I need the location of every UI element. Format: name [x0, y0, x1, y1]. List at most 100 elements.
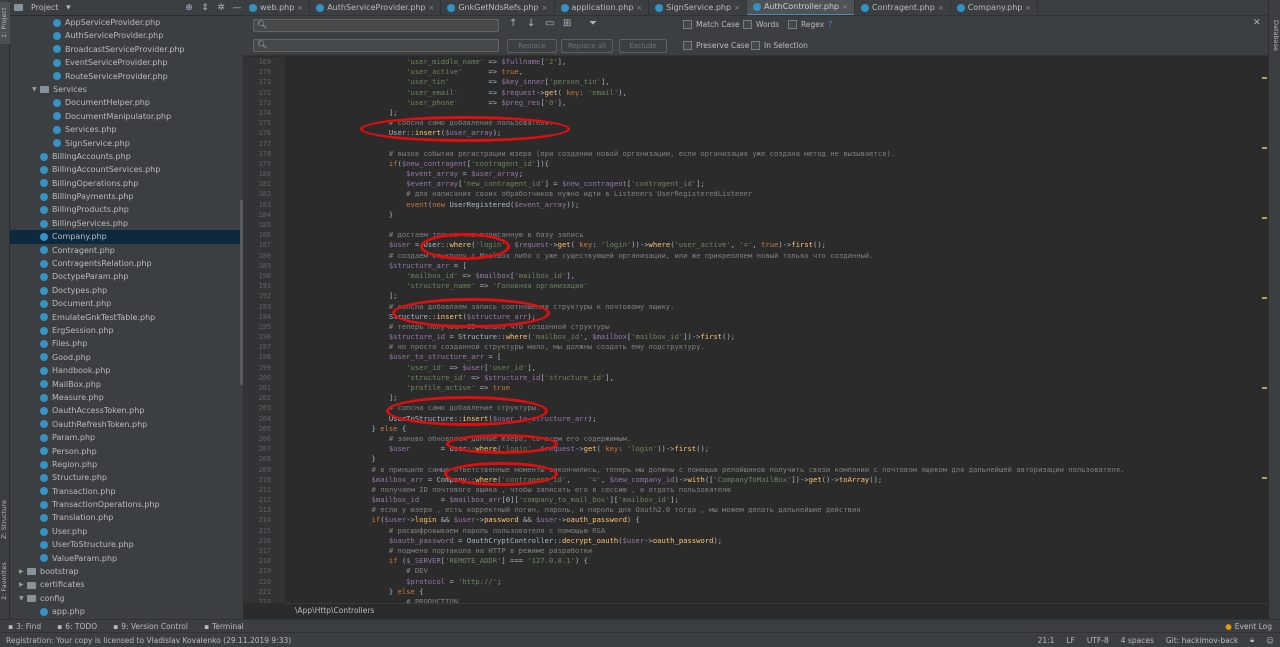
code-line[interactable]: $protocol = 'http://'; [285, 577, 1268, 587]
code-line[interactable]: # но просто созданной структуры мало, мы… [285, 342, 1268, 352]
code-line[interactable]: # если у юзера , есть корректный логин, … [285, 505, 1268, 515]
project-tree-item[interactable]: Good.php [10, 351, 243, 364]
project-tree-item[interactable]: UserToStructure.php [10, 538, 243, 551]
editor-tab[interactable]: application.php × [555, 0, 650, 15]
code-line[interactable]: $user = User::where('login', $request->g… [285, 444, 1268, 454]
code-line[interactable]: $oauth_password = OauthCryptController::… [285, 536, 1268, 546]
code-line[interactable]: $structure_id = Structure::where('mailbo… [285, 332, 1268, 342]
tool-window-button[interactable]: ▪ 3: Find [0, 622, 49, 631]
project-tree-item[interactable]: Measure.php [10, 391, 243, 404]
project-tree-item[interactable]: BillingOperations.php [10, 177, 243, 190]
project-tree-item[interactable]: BillingAccountServices.php [10, 163, 243, 176]
replace-all-button[interactable]: Replace all [561, 39, 613, 53]
code-line[interactable]: 'user_active' => true, [285, 67, 1268, 77]
project-tree-item[interactable]: BroadcastServiceProvider.php [10, 43, 243, 56]
project-panel-title[interactable]: Project [31, 3, 58, 12]
code-line[interactable]: 'profile_active' => true [285, 383, 1268, 393]
project-tree-item[interactable]: Company.php [10, 230, 243, 244]
code-line[interactable]: $user_to_structure_arr = [ [285, 352, 1268, 362]
hide-icon[interactable]: — [231, 2, 243, 14]
find-input[interactable]: 🔍︎ [253, 19, 499, 32]
code-line[interactable]: $structure_arr = [ [285, 261, 1268, 271]
project-tree-item[interactable]: Doctypes.php [10, 284, 243, 297]
code-line[interactable]: # расшифровываем пароль пользователя с п… [285, 526, 1268, 536]
arrow-up-icon[interactable]: ↑ [509, 18, 517, 29]
project-tree-item[interactable]: OauthRefreshToken.php [10, 418, 243, 431]
in-selection-checkbox[interactable] [751, 41, 760, 50]
project-tree-item[interactable]: Handbook.php [10, 364, 243, 377]
code-line[interactable]: if($user->login && $user->password && $u… [285, 515, 1268, 525]
code-line[interactable]: if ($_SERVER['REMOTE_ADDR'] === '127.0.0… [285, 556, 1268, 566]
caret-position[interactable]: 21:1 [1032, 636, 1061, 645]
match-case-checkbox[interactable] [683, 20, 692, 29]
structure-tool-button[interactable]: Z: Structure [0, 490, 10, 550]
status-message[interactable]: Registration: Your copy is licensed to V… [0, 636, 1032, 645]
code-line[interactable]: 'user_middle_name' => $fullname['2'], [285, 57, 1268, 67]
expand-arrow-icon[interactable]: ▼ [19, 592, 27, 605]
code-line[interactable]: # для написания своих обработчиков нужно… [285, 189, 1268, 199]
close-tab-icon[interactable]: × [542, 0, 548, 15]
code-line[interactable]: $event_array['new_contragent_id'] = $new… [285, 179, 1268, 189]
project-tree-item[interactable]: Structure.php [10, 471, 243, 484]
code-line[interactable]: 'user_phone' => $preg_res['0'], [285, 98, 1268, 108]
filter-icon[interactable]: ⏷ [589, 18, 597, 29]
project-tree-item[interactable]: ValueParam.php [10, 552, 243, 565]
database-tool-button[interactable]: Database [1270, 20, 1280, 80]
select-all-icon[interactable]: ⊞ [563, 18, 571, 29]
project-tree-item[interactable]: ContragentsRelation.php [10, 257, 243, 270]
close-tab-icon[interactable]: × [1025, 0, 1031, 15]
preserve-case-option[interactable]: Preserve Case [683, 41, 749, 50]
close-tab-icon[interactable]: × [734, 0, 740, 15]
words-checkbox[interactable] [743, 20, 752, 29]
code-line[interactable]: } else { [285, 424, 1268, 434]
replace-button[interactable]: Replace [507, 39, 557, 53]
close-tab-icon[interactable]: × [297, 0, 303, 15]
code-line[interactable]: $mailbox_arr = Company::where('contragen… [285, 475, 1268, 485]
project-tree-item[interactable]: MailBox.php [10, 378, 243, 391]
project-tree-item[interactable]: Services.php [10, 123, 243, 136]
project-tree-item[interactable]: EmulateGnkTestTable.php [10, 311, 243, 324]
close-tab-icon[interactable]: × [428, 0, 434, 15]
editor-tab[interactable]: web.php × [243, 0, 311, 15]
event-log-button[interactable]: ● Event Log [1217, 622, 1280, 631]
project-tree-item[interactable]: ErgSession.php [10, 324, 243, 337]
project-tree-item[interactable]: Param.php [10, 431, 243, 444]
project-tree-item[interactable]: BillingAccounts.php [10, 150, 243, 163]
project-tree-item[interactable]: Files.php [10, 337, 243, 350]
code-line[interactable]: 'mailbox_id' => $mailbox['mailbox_id'], [285, 271, 1268, 281]
project-tree-item[interactable]: DocumentHelper.php [10, 96, 243, 109]
crosshair-icon[interactable]: ⊕ [183, 2, 195, 14]
close-icon[interactable]: ✕ [1253, 18, 1261, 28]
replace-input[interactable]: 🔍︎ [253, 39, 499, 52]
editor-scrollbar[interactable] [1260, 57, 1268, 603]
collapse-arrow-icon[interactable]: ▶ [19, 578, 27, 591]
match-case-option[interactable]: Match Case [683, 20, 740, 29]
project-tree-item[interactable]: RouteServiceProvider.php [10, 70, 243, 83]
code-line[interactable]: if($new_contragent['contragent_id']){ [285, 159, 1268, 169]
tool-window-button[interactable]: ▪ Terminal [196, 622, 252, 631]
regex-help-link[interactable]: ? [828, 20, 832, 29]
code-line[interactable]: 'structure_id' => $structure_id['structu… [285, 373, 1268, 383]
tool-window-button[interactable]: ▪ 9: Version Control [105, 622, 196, 631]
project-tree-item[interactable]: AuthServiceProvider.php [10, 29, 243, 42]
project-tree-item[interactable]: Transaction.php [10, 485, 243, 498]
project-tree-item[interactable]: SignService.php [10, 137, 243, 150]
project-tree-item[interactable]: DocumentManipulator.php [10, 110, 243, 123]
code-line[interactable]: 'user_email' => $request->get( key: 'ema… [285, 88, 1268, 98]
code-line[interactable]: # в принципе самые ответственные моменты… [285, 465, 1268, 475]
code-line[interactable] [285, 220, 1268, 230]
tool-window-button[interactable]: ▪ 6: TODO [49, 622, 105, 631]
code-line[interactable]: # подмена портакола на HTTP в режиме раз… [285, 546, 1268, 556]
project-tree-item[interactable]: TransactionOperations.php [10, 498, 243, 511]
project-tree-item[interactable]: ▶ bootstrap [10, 565, 243, 578]
collapse-icon[interactable]: ⇕ [199, 2, 211, 14]
expand-arrow-icon[interactable]: ▼ [32, 83, 40, 96]
editor-tab[interactable]: Company.php × [951, 0, 1039, 15]
git-branch[interactable]: Git: hackimov-back [1160, 636, 1244, 645]
project-tree-item[interactable]: ▼ config [10, 592, 243, 605]
project-tree-item[interactable]: ▼ Services [10, 83, 243, 96]
code-line[interactable]: } [285, 210, 1268, 220]
close-tab-icon[interactable]: × [842, 0, 848, 15]
code-line[interactable]: # вызов события регистрации юзера (при с… [285, 149, 1268, 159]
code-line[interactable]: $event_array = $user_array; [285, 169, 1268, 179]
